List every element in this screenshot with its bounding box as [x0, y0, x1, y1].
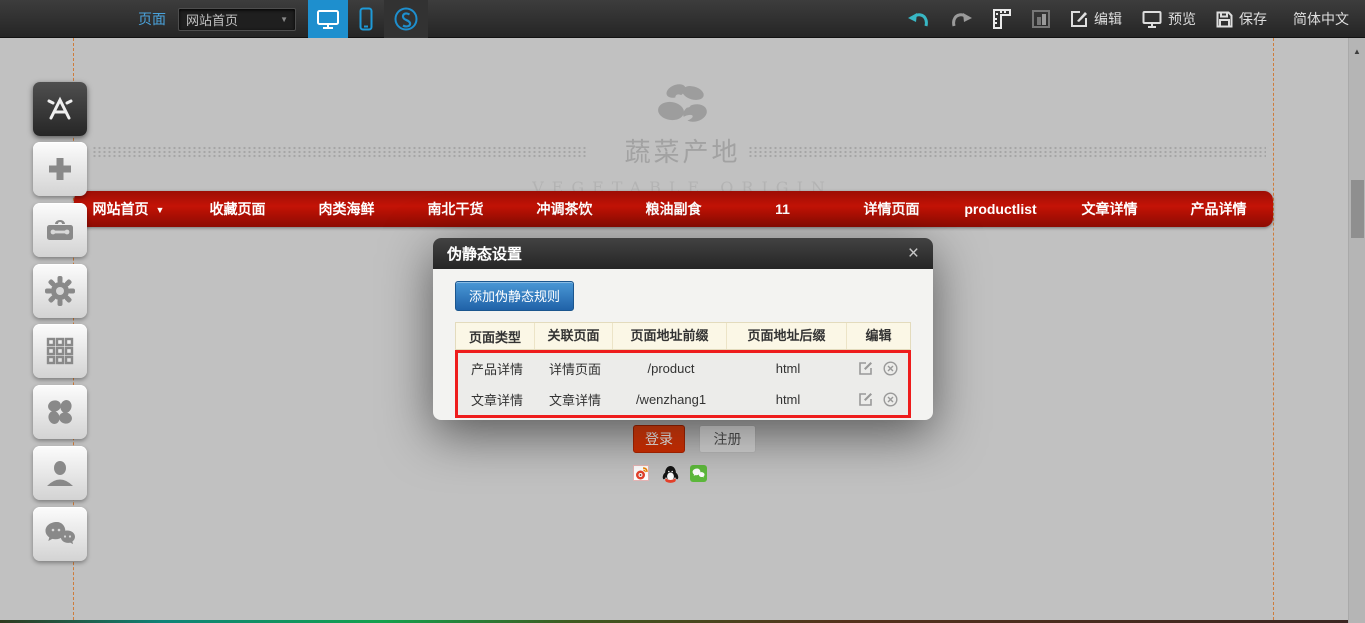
desktop-view-button[interactable] — [308, 0, 348, 38]
cell-linked-page: 文章详情 — [536, 390, 614, 409]
vertical-scrollbar[interactable]: ▲ — [1348, 38, 1365, 623]
nav-item-meat-seafood[interactable]: 肉类海鲜 — [292, 199, 401, 219]
weibo-icon[interactable] — [633, 465, 649, 481]
header-url-suffix: 页面地址后缀 — [726, 323, 846, 349]
nav-item-grain-oil[interactable]: 粮油副食 — [619, 199, 728, 219]
sidebar-item-plugins[interactable] — [33, 385, 87, 439]
nav-item-productlist[interactable]: productlist — [946, 201, 1055, 217]
plus-icon — [45, 154, 75, 184]
save-button[interactable]: 保存 — [1216, 9, 1267, 29]
close-icon[interactable]: × — [908, 244, 919, 263]
cell-url-suffix: html — [728, 361, 848, 376]
chat-bubbles-icon — [44, 521, 76, 547]
preview-label: 预览 — [1168, 9, 1196, 29]
add-rule-button[interactable]: 添加伪静态规则 — [455, 281, 574, 311]
save-label: 保存 — [1239, 9, 1267, 29]
nav-item-product-detail[interactable]: 产品详情 — [1164, 199, 1273, 219]
sidebar-item-toolbox[interactable] — [33, 203, 87, 257]
header-url-prefix: 页面地址前缀 — [612, 323, 726, 349]
login-button[interactable]: 登录 — [633, 425, 685, 453]
chevron-down-icon: ▼ — [156, 205, 165, 215]
header-actions: 编辑 — [846, 323, 910, 349]
edit-button[interactable]: 编辑 — [1070, 9, 1122, 29]
undo-button[interactable] — [908, 11, 930, 27]
header-page-type: 页面类型 — [456, 327, 534, 346]
nav-item-home[interactable]: 网站首页▼ — [74, 199, 183, 219]
site-title: 蔬菜产地 — [0, 132, 1365, 169]
delete-rule-icon[interactable] — [883, 361, 898, 376]
nav-item-dry-goods[interactable]: 南北干货 — [401, 199, 510, 219]
edit-pencil-icon — [1070, 10, 1088, 28]
redo-arrow-icon — [950, 11, 972, 27]
nav-item-article-detail[interactable]: 文章详情 — [1055, 199, 1164, 219]
monitor-icon — [316, 8, 340, 30]
edit-rule-icon[interactable] — [858, 392, 873, 407]
sound-settings-button[interactable] — [384, 0, 428, 38]
nav-item-11[interactable]: 11 — [728, 201, 837, 217]
cell-url-suffix: html — [728, 392, 848, 407]
sidebar-item-member[interactable] — [33, 446, 87, 500]
dialog-title: 伪静态设置 — [447, 243, 522, 264]
dialog-header[interactable]: 伪静态设置 × — [433, 238, 933, 269]
delete-rule-icon[interactable] — [883, 392, 898, 407]
page-select-value: 网站首页 — [186, 10, 238, 29]
grid-icon — [45, 336, 75, 366]
chevron-down-icon: ▼ — [280, 15, 288, 24]
cell-url-prefix: /wenzhang1 — [614, 392, 728, 407]
layout-guide-right — [1273, 38, 1274, 620]
undo-arrow-icon — [908, 11, 930, 27]
smartphone-icon — [359, 7, 373, 31]
edit-rule-icon[interactable] — [858, 361, 873, 376]
page-select-dropdown[interactable]: 网站首页 ▼ — [178, 8, 296, 31]
redo-button[interactable] — [950, 11, 972, 27]
nav-item-detail-page[interactable]: 详情页面 — [837, 199, 946, 219]
person-icon — [45, 458, 75, 488]
header-linked-page: 关联页面 — [534, 323, 612, 349]
edit-label: 编辑 — [1094, 9, 1122, 29]
sidebar-item-add-module[interactable] — [33, 142, 87, 196]
clover-icon — [45, 397, 75, 427]
rules-table: 页面类型 关联页面 页面地址前缀 页面地址后缀 编辑 产品详情 详情页面 /pr… — [455, 322, 911, 418]
preview-monitor-icon — [1142, 10, 1162, 28]
qq-icon[interactable] — [661, 465, 680, 484]
nav-item-tea-drinks[interactable]: 冲调茶饮 — [510, 199, 619, 219]
mobile-view-button[interactable] — [348, 0, 384, 38]
top-toolbar: 页面 网站首页 ▼ — [0, 0, 1365, 38]
gear-icon — [44, 275, 76, 307]
bar-chart-icon — [1032, 10, 1050, 28]
cell-linked-page: 详情页面 — [536, 359, 614, 378]
vegetable-logo-icon — [0, 80, 1365, 130]
main-navbar: 网站首页▼ 收藏页面 肉类海鲜 南北干货 冲调茶饮 粮油副食 11 详情页面 p… — [74, 191, 1273, 227]
scrollbar-thumb[interactable] — [1351, 180, 1364, 238]
cell-page-type: 文章详情 — [458, 390, 536, 409]
sidebar-item-modules-grid[interactable] — [33, 324, 87, 378]
pseudo-static-settings-dialog: 伪静态设置 × 添加伪静态规则 页面类型 关联页面 页面地址前缀 页面地址后缀 … — [433, 238, 933, 420]
stats-button[interactable] — [1032, 10, 1050, 28]
scroll-up-arrow-icon[interactable]: ▲ — [1349, 47, 1365, 56]
cell-page-type: 产品详情 — [458, 359, 536, 378]
rules-table-header: 页面类型 关联页面 页面地址前缀 页面地址后缀 编辑 — [455, 322, 911, 350]
page-label: 页面 — [138, 9, 166, 29]
site-logo: 蔬菜产地 VEGETABLE ORIGIN — [0, 80, 1365, 197]
rules-table-body-highlighted: 产品详情 详情页面 /product html 文章详情 文章详情 /wenzh… — [455, 350, 911, 418]
wechat-icon[interactable] — [690, 465, 707, 482]
cell-url-prefix: /product — [614, 361, 728, 376]
app-store-icon — [44, 93, 76, 125]
table-row: 文章详情 文章详情 /wenzhang1 html — [458, 384, 908, 415]
table-row: 产品详情 详情页面 /product html — [458, 353, 908, 384]
language-switcher[interactable]: 简体中文 — [1293, 9, 1349, 29]
sidebar-item-wechat[interactable] — [33, 507, 87, 561]
sidebar-item-app-market[interactable] — [33, 82, 87, 136]
register-button[interactable]: 注册 — [699, 425, 756, 453]
save-floppy-icon — [1216, 11, 1233, 28]
ruler-button[interactable] — [992, 8, 1012, 30]
s-curve-circle-icon — [393, 6, 419, 32]
sidebar-item-settings[interactable] — [33, 264, 87, 318]
preview-button[interactable]: 预览 — [1142, 9, 1196, 29]
ruler-icon — [992, 8, 1012, 30]
nav-item-favorites[interactable]: 收藏页面 — [183, 199, 292, 219]
toolbox-icon — [44, 216, 76, 244]
